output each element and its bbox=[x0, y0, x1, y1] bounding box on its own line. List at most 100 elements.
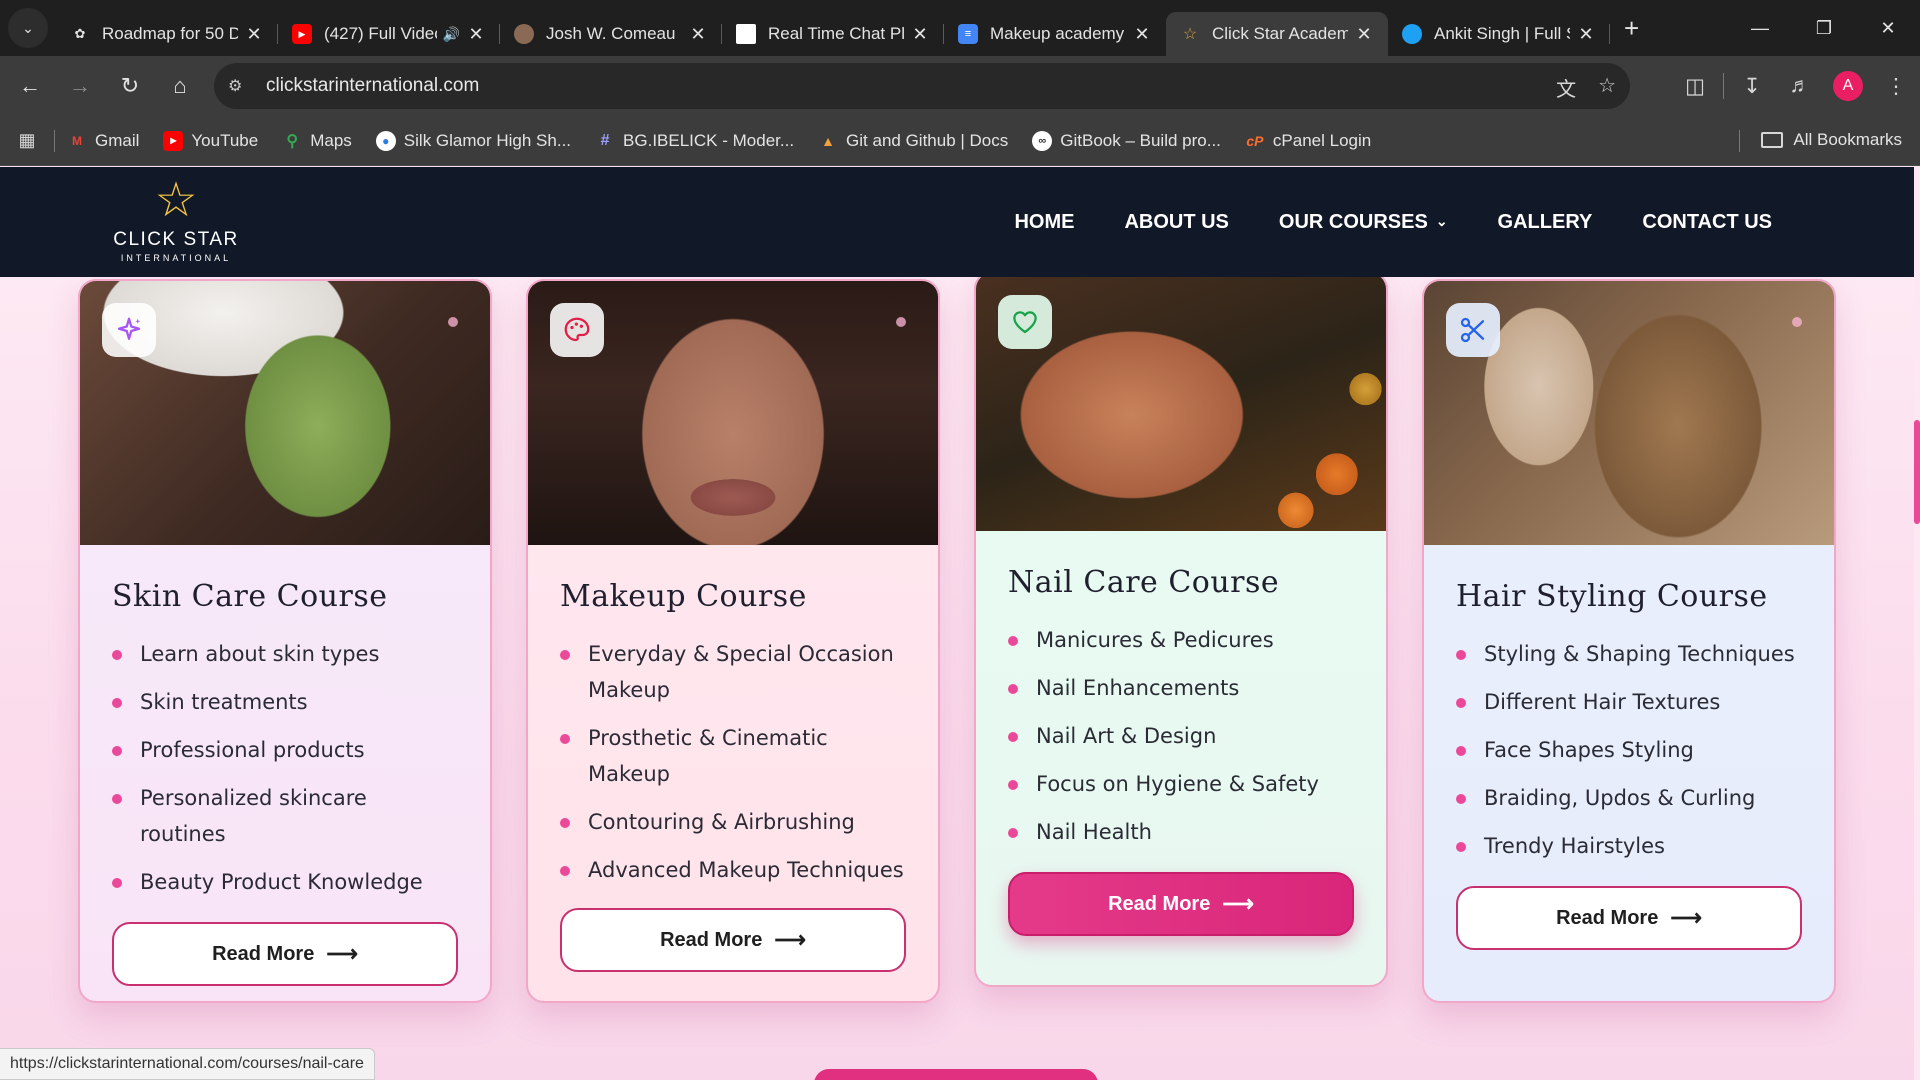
list-item: Learn about skin types bbox=[112, 636, 458, 672]
url-text[interactable]: clickstarinternational.com bbox=[266, 75, 479, 97]
browser-tab[interactable]: ▶ (427) Full Video 🔊 ✕ bbox=[278, 12, 500, 56]
youtube-icon: ▶ bbox=[292, 24, 312, 44]
close-icon[interactable]: ✕ bbox=[466, 24, 486, 45]
star-icon: ☆ bbox=[1182, 26, 1198, 43]
image-dot bbox=[896, 317, 906, 327]
more-menu-icon[interactable]: ⋮ bbox=[1872, 74, 1920, 99]
nav-about-us[interactable]: ABOUT US bbox=[1124, 211, 1228, 234]
bookmark-star-icon[interactable]: ☆ bbox=[1598, 73, 1616, 102]
nav-our-courses[interactable]: OUR COURSES ⌄ bbox=[1279, 211, 1448, 234]
view-all-courses-button[interactable] bbox=[814, 1069, 1098, 1080]
course-title: Nail Care Course bbox=[1008, 565, 1280, 600]
close-icon[interactable]: ✕ bbox=[688, 24, 708, 45]
forward-button[interactable]: → bbox=[60, 66, 100, 106]
course-feature-list: Styling & Shaping Techniques Different H… bbox=[1456, 636, 1802, 864]
nav-home[interactable]: HOME bbox=[1014, 211, 1074, 234]
list-item: Prosthetic & Cinematic Makeup bbox=[560, 720, 906, 792]
link-status-bar: https://clickstarinternational.com/cours… bbox=[0, 1048, 375, 1080]
tab-title: (427) Full Video bbox=[324, 24, 437, 43]
profile-avatar[interactable]: A bbox=[1833, 71, 1863, 101]
list-item: Nail Health bbox=[1008, 814, 1354, 850]
list-item: Everyday & Special Occasion Makeup bbox=[560, 636, 906, 708]
apps-grid-icon[interactable]: ▦ bbox=[0, 130, 54, 151]
bookmarks-bar: ▦ M Gmail ▶ YouTube ⚲ Maps ● Silk Glamor… bbox=[0, 116, 1920, 166]
list-item: Trendy Hairstyles bbox=[1456, 828, 1802, 864]
restore-icon[interactable]: ❐ bbox=[1792, 0, 1856, 56]
list-item: Different Hair Textures bbox=[1456, 684, 1802, 720]
back-button[interactable]: ← bbox=[10, 66, 50, 106]
courses-section: Skin Care Course Learn about skin types … bbox=[0, 277, 1914, 1080]
browser-tab-active[interactable]: ☆ Click Star Academy ✕ bbox=[1166, 12, 1388, 56]
browser-tab[interactable]: Ankit Singh | Full Stack ✕ bbox=[1388, 12, 1610, 56]
course-feature-list: Learn about skin types Skin treatments P… bbox=[112, 636, 458, 900]
read-more-button[interactable]: Read More ⟶ bbox=[112, 922, 458, 986]
extensions-icon[interactable]: ◫ bbox=[1671, 74, 1719, 99]
new-tab-button[interactable]: + bbox=[1624, 13, 1639, 44]
list-item: Professional products bbox=[112, 732, 458, 768]
address-bar[interactable]: ⚙ clickstarinternational.com 文 ☆ bbox=[214, 63, 1630, 109]
read-more-button[interactable]: Read More ⟶ bbox=[1456, 886, 1802, 950]
close-icon[interactable]: ✕ bbox=[244, 24, 264, 45]
gmail-icon: M bbox=[72, 133, 82, 148]
tab-title: Josh W. Comeau bbox=[546, 24, 676, 43]
bookmark-gmail[interactable]: M Gmail bbox=[67, 131, 139, 151]
chevron-down-icon: ⌄ bbox=[1435, 213, 1448, 229]
page-icon bbox=[736, 24, 756, 44]
course-feature-list: Manicures & Pedicures Nail Enhancements … bbox=[1008, 622, 1354, 850]
bookmark-git-github[interactable]: ▲ Git and Github | Docs bbox=[818, 131, 1008, 151]
list-item: Beauty Product Knowledge bbox=[112, 864, 458, 900]
browser-tab[interactable]: Real Time Chat Platform ✕ bbox=[722, 12, 944, 56]
bookmark-youtube[interactable]: ▶ YouTube bbox=[163, 130, 258, 151]
home-button[interactable]: ⌂ bbox=[160, 66, 200, 106]
docs-icon: ≡ bbox=[958, 24, 978, 44]
bookmark-maps[interactable]: ⚲ Maps bbox=[282, 131, 351, 151]
hair-styling-image bbox=[1424, 281, 1834, 545]
read-more-button[interactable]: Read More ⟶ bbox=[560, 908, 906, 972]
image-dot bbox=[1792, 317, 1802, 327]
close-window-icon[interactable]: ✕ bbox=[1856, 0, 1920, 56]
download-icon[interactable]: ↧ bbox=[1728, 74, 1776, 99]
tab-search-button[interactable]: ⌄ bbox=[8, 8, 48, 48]
bookmark-silk-glamor[interactable]: ● Silk Glamor High Sh... bbox=[375, 130, 571, 151]
site-info-icon[interactable]: ⚙ bbox=[228, 76, 250, 96]
browser-tab[interactable]: ≡ Makeup academy ✕ bbox=[944, 12, 1166, 56]
book-icon: ▲ bbox=[821, 132, 835, 149]
skin-care-image bbox=[80, 281, 490, 545]
main-nav: HOME ABOUT US OUR COURSES ⌄ GALLERY CONTA… bbox=[1014, 211, 1772, 234]
close-icon[interactable]: ✕ bbox=[1354, 24, 1374, 45]
translate-icon[interactable]: 文 bbox=[1556, 73, 1576, 102]
close-icon[interactable]: ✕ bbox=[1132, 24, 1152, 45]
minimize-icon[interactable]: — bbox=[1728, 0, 1792, 56]
page-scrollbar[interactable] bbox=[1914, 167, 1920, 1080]
read-more-button[interactable]: Read More ⟶ bbox=[1008, 872, 1354, 936]
bookmark-cpanel[interactable]: cP cPanel Login bbox=[1245, 131, 1371, 151]
nav-gallery[interactable]: GALLERY bbox=[1498, 211, 1593, 234]
list-item: Nail Enhancements bbox=[1008, 670, 1354, 706]
media-control-icon[interactable]: ♬ bbox=[1776, 74, 1824, 98]
bookmark-bg-ibelick[interactable]: # BG.IBELICK - Moder... bbox=[595, 131, 794, 151]
tab-title: Real Time Chat Platform bbox=[768, 24, 904, 43]
palette-icon bbox=[550, 303, 604, 357]
tab-title: Roadmap for 50 Days bbox=[102, 24, 238, 43]
list-item: Advanced Makeup Techniques bbox=[560, 852, 906, 888]
speaker-icon[interactable]: 🔊 bbox=[443, 26, 460, 43]
bookmark-gitbook[interactable]: ∞ GitBook – Build pro... bbox=[1032, 130, 1221, 151]
gitbook-icon: ∞ bbox=[1032, 130, 1053, 151]
list-item: Contouring & Airbrushing bbox=[560, 804, 906, 840]
scrollbar-thumb[interactable] bbox=[1914, 420, 1920, 524]
reload-button[interactable]: ↻ bbox=[110, 66, 150, 106]
heart-icon bbox=[998, 295, 1052, 349]
all-bookmarks-button[interactable]: All Bookmarks bbox=[1761, 130, 1902, 150]
list-item: Focus on Hygiene & Safety bbox=[1008, 766, 1354, 802]
site-header: ☆ CLICK STAR INTERNATIONAL HOME ABOUT US… bbox=[0, 167, 1914, 277]
close-icon[interactable]: ✕ bbox=[1576, 24, 1596, 45]
nav-contact-us[interactable]: CONTACT US bbox=[1642, 211, 1772, 234]
course-feature-list: Everyday & Special Occasion Makeup Prost… bbox=[560, 636, 906, 888]
course-card-hair-styling: Hair Styling Course Styling & Shaping Te… bbox=[1422, 279, 1836, 1003]
arrow-right-icon: ⟶ bbox=[1222, 891, 1254, 916]
cpanel-icon: cP bbox=[1246, 132, 1264, 149]
site-logo[interactable]: ☆ CLICK STAR INTERNATIONAL bbox=[112, 175, 240, 271]
browser-tab[interactable]: Josh W. Comeau ✕ bbox=[500, 12, 722, 56]
browser-tab[interactable]: ✿ Roadmap for 50 Days ✕ bbox=[56, 12, 278, 56]
close-icon[interactable]: ✕ bbox=[910, 24, 930, 45]
